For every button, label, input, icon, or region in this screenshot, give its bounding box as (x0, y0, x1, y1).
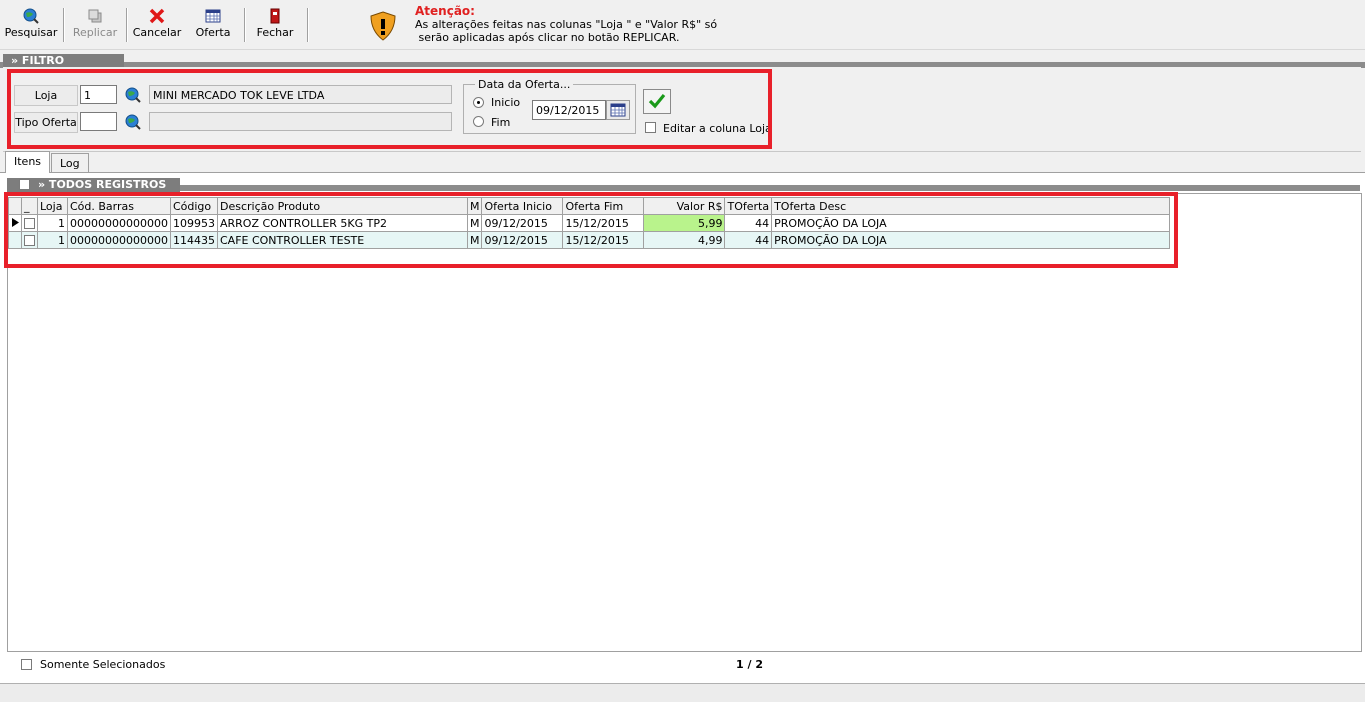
exit-door-icon (270, 8, 280, 24)
cancelar-button[interactable]: Cancelar (132, 6, 182, 46)
warning-line: serão aplicadas após clicar no botão REP… (415, 31, 680, 44)
toolbar-separator (307, 8, 309, 42)
highlight-box-filter (7, 69, 772, 149)
somente-selecionados-label: Somente Selecionados (40, 658, 166, 671)
select-all-checkbox[interactable] (19, 178, 30, 190)
fechar-label: Fechar (256, 26, 294, 39)
replicate-icon (88, 9, 102, 23)
cancelar-label: Cancelar (132, 26, 182, 39)
toolbar-separator (126, 8, 128, 42)
tab-log[interactable]: Log (51, 153, 89, 174)
status-bar (0, 683, 1365, 702)
search-globe-icon (23, 8, 39, 24)
replicar-label: Replicar (72, 26, 118, 39)
pesquisar-button[interactable]: Pesquisar (4, 6, 58, 46)
toolbar: Pesquisar Replicar Cancelar Oferta Fecha… (0, 0, 1365, 50)
warning-line: As alterações feitas nas colunas "Loja "… (415, 18, 718, 31)
replicar-button[interactable]: Replicar (70, 6, 120, 46)
page-indicator: 1 / 2 (736, 658, 763, 671)
highlight-box-grid (4, 192, 1178, 268)
filter-section-title: » FILTRO (3, 54, 124, 68)
oferta-button[interactable]: Oferta (193, 6, 233, 46)
grid-section-title: » TODOS REGISTROS (38, 178, 167, 191)
calendar-grid-icon (205, 9, 221, 23)
oferta-label: Oferta (195, 26, 231, 39)
grid-section-line (7, 185, 1360, 191)
cancel-x-icon (149, 8, 165, 24)
fechar-button[interactable]: Fechar (255, 6, 295, 46)
pesquisar-label: Pesquisar (4, 26, 58, 39)
somente-selecionados-checkbox[interactable] (21, 659, 32, 670)
toolbar-separator (63, 8, 65, 42)
shield-warning-icon (370, 11, 396, 41)
warning-text: As alterações feitas nas colunas "Loja "… (415, 18, 717, 44)
grid-section-bar: » TODOS REGISTROS (7, 178, 180, 192)
tab-itens[interactable]: Itens (5, 151, 51, 174)
warning-title: Atenção: (415, 4, 475, 18)
toolbar-separator (244, 8, 246, 42)
